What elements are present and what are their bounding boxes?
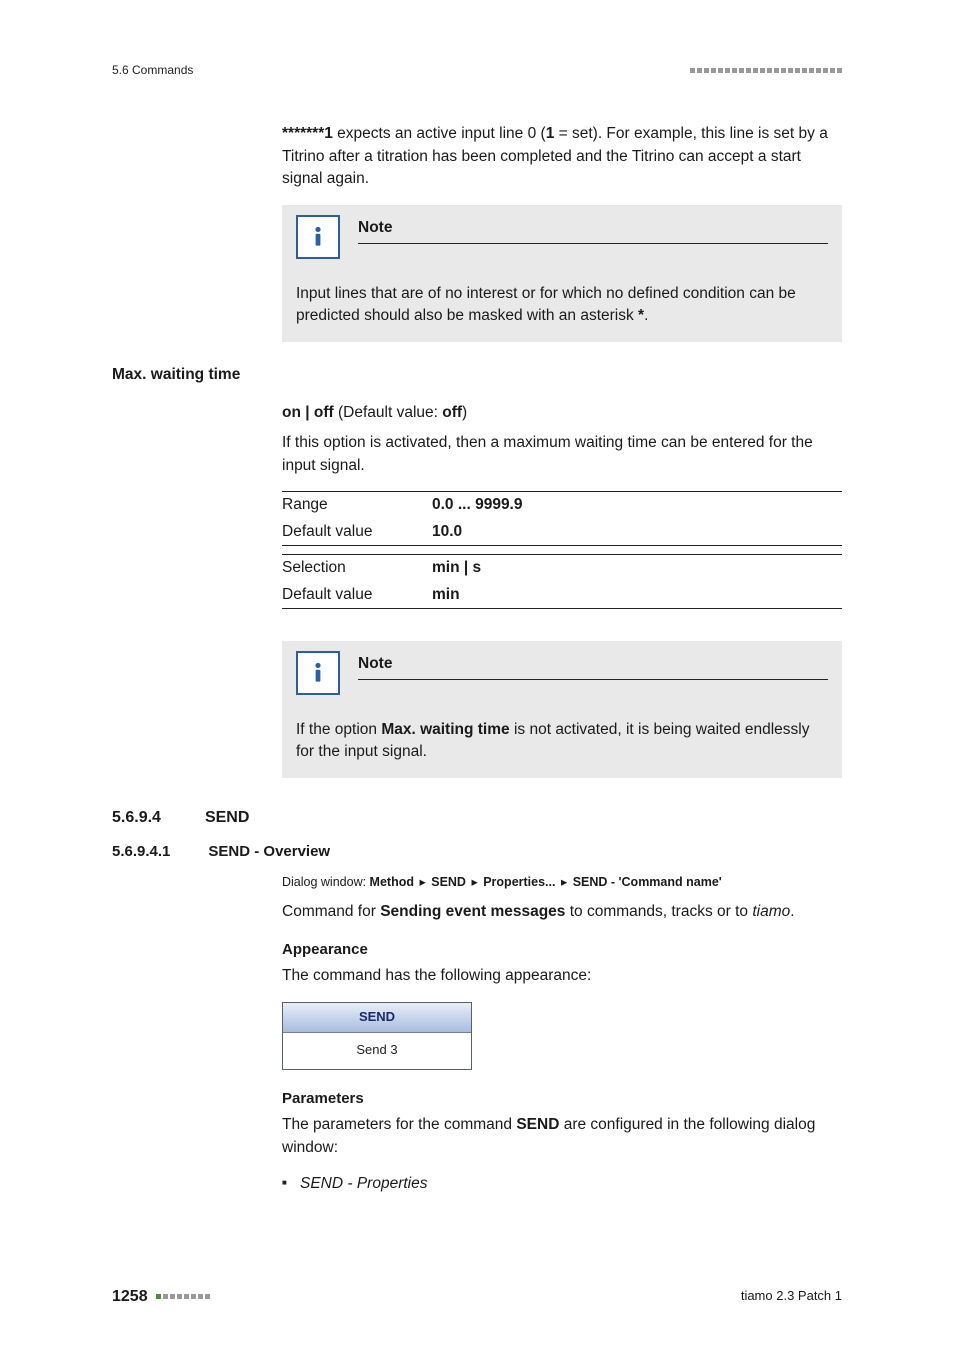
parameters-heading: Parameters — [282, 1088, 842, 1110]
selection-label: Selection — [282, 555, 432, 582]
footer-ornament — [156, 1294, 210, 1299]
default2-label: Default value — [282, 582, 432, 609]
note-box-1: Note Input lines that are of no interest… — [282, 205, 842, 342]
send-command-desc: Command for Sending event messages to co… — [282, 901, 842, 923]
intro-paragraph: *******1 expects an active input line 0 … — [282, 123, 842, 190]
heading-send-overview: 5.6.9.4.1 SEND - Overview — [112, 841, 842, 863]
appearance-heading: Appearance — [282, 939, 842, 961]
page-number: 1258 — [112, 1285, 148, 1308]
dialog-path: Dialog window: Method ▸ SEND ▸ Propertie… — [282, 873, 842, 891]
footer-right: tiamo 2.3 Patch 1 — [741, 1287, 842, 1306]
spec-table-2: Selection min | s Default value min — [282, 554, 842, 609]
spec-table-1: Range 0.0 ... 9999.9 Default value 10.0 — [282, 491, 842, 546]
note-body: Input lines that are of no interest or f… — [296, 283, 828, 328]
appearance-text: The command has the following appearance… — [282, 965, 842, 987]
heading-number: 5.6.9.4 — [112, 806, 161, 829]
range-value: 0.0 ... 9999.9 — [432, 492, 842, 519]
default1-value: 10.0 — [432, 519, 842, 546]
heading-number: 5.6.9.4.1 — [112, 841, 170, 863]
chevron-right-icon: ▸ — [417, 875, 427, 889]
chevron-right-icon: ▸ — [469, 875, 479, 889]
selection-value: min | s — [432, 555, 842, 582]
note-box-2: Note If the option Max. waiting time is … — [282, 641, 842, 778]
heading-send: 5.6.9.4 SEND — [112, 806, 842, 829]
widget-titlebar: SEND — [283, 1003, 471, 1033]
info-icon — [296, 651, 340, 695]
onoff-line: on | off (Default value: off) — [282, 402, 842, 424]
note-title: Note — [358, 653, 828, 680]
info-icon — [296, 215, 340, 259]
default2-value: min — [432, 582, 842, 609]
send-command-widget: SEND Send 3 — [282, 1002, 472, 1071]
parameters-list: SEND - Properties — [282, 1173, 842, 1195]
heading-title: SEND — [205, 806, 249, 829]
chevron-right-icon: ▸ — [559, 875, 569, 889]
list-item: SEND - Properties — [282, 1173, 842, 1195]
header-ornament — [690, 68, 842, 73]
running-header: 5.6 Commands — [112, 62, 193, 79]
range-label: Range — [282, 492, 432, 519]
heading-title: SEND - Overview — [208, 841, 330, 863]
widget-body: Send 3 — [283, 1033, 471, 1070]
pattern-text: *******1 — [282, 125, 333, 142]
section-max-waiting: Max. waiting time — [112, 364, 842, 386]
note-body: If the option Max. waiting time is not a… — [296, 719, 828, 764]
maxwait-desc: If this option is activated, then a maxi… — [282, 432, 842, 477]
parameters-text: The parameters for the command SEND are … — [282, 1114, 842, 1159]
default1-label: Default value — [282, 519, 432, 546]
note-title: Note — [358, 217, 828, 244]
